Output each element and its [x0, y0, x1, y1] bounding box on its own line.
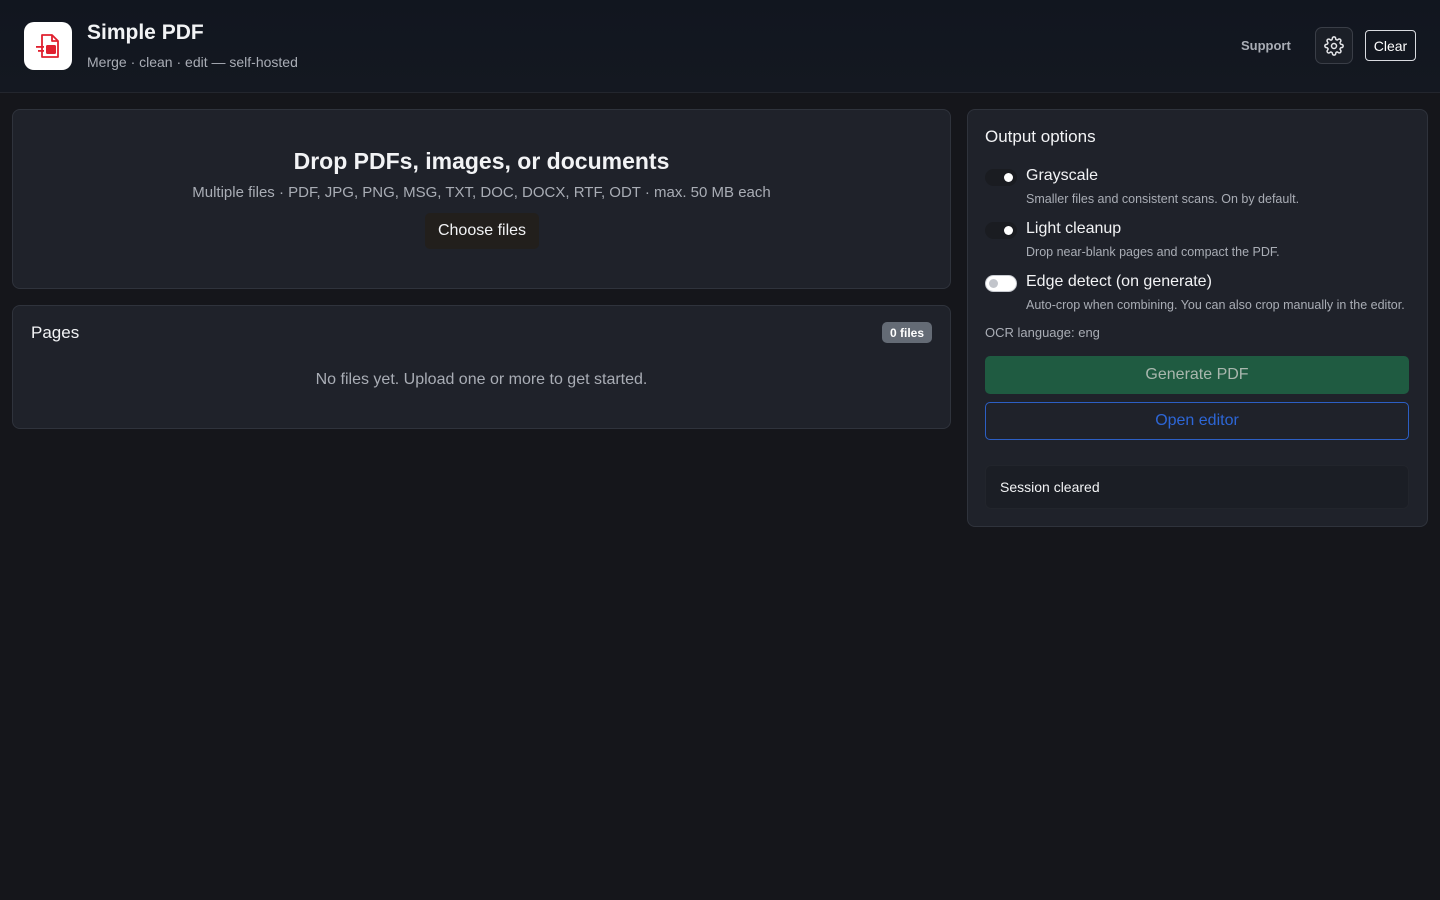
- option-description: Auto-crop when combining. You can also c…: [1026, 298, 1405, 312]
- option-label: Grayscale: [1026, 167, 1099, 184]
- clear-button[interactable]: Clear: [1365, 30, 1416, 61]
- status-message: Session cleared: [985, 465, 1409, 509]
- option-description: Drop near-blank pages and compact the PD…: [1026, 245, 1280, 259]
- app-header: Simple PDF Merge · clean · edit — self-h…: [0, 0, 1440, 93]
- app-title: Simple PDF: [87, 21, 204, 44]
- pages-panel: Pages 0 files No files yet. Upload one o…: [12, 305, 951, 429]
- dropzone-subtitle: Multiple files · PDF, JPG, PNG, MSG, TXT…: [192, 184, 771, 201]
- pdf-file-icon: [36, 34, 59, 58]
- file-dropzone[interactable]: Drop PDFs, images, or documents Multiple…: [12, 109, 951, 289]
- edge-detect-toggle[interactable]: [985, 275, 1017, 292]
- light-cleanup-toggle[interactable]: [985, 222, 1017, 239]
- option-label: Edge detect (on generate): [1026, 273, 1212, 290]
- grayscale-toggle[interactable]: [985, 169, 1017, 186]
- option-label: Light cleanup: [1026, 220, 1122, 237]
- ocr-language: OCR language: eng: [985, 325, 1100, 340]
- empty-state-message: No files yet. Upload one or more to get …: [315, 371, 648, 388]
- settings-button[interactable]: [1315, 27, 1353, 64]
- choose-files-button[interactable]: Choose files: [425, 213, 539, 249]
- dropzone-title: Drop PDFs, images, or documents: [293, 148, 670, 174]
- gear-icon: [1324, 35, 1344, 56]
- pages-title: Pages: [31, 323, 80, 342]
- app-logo: [24, 22, 72, 70]
- files-count-badge: 0 files: [882, 322, 933, 343]
- open-editor-button[interactable]: Open editor: [985, 402, 1409, 440]
- output-options-panel: Output options Grayscale Smaller files a…: [967, 109, 1428, 527]
- support-link[interactable]: Support: [1241, 38, 1291, 53]
- generate-pdf-button[interactable]: Generate PDF: [985, 356, 1409, 394]
- options-title: Output options: [985, 127, 1096, 146]
- app-subtitle: Merge · clean · edit — self-hosted: [87, 54, 298, 70]
- option-description: Smaller files and consistent scans. On b…: [1026, 192, 1300, 206]
